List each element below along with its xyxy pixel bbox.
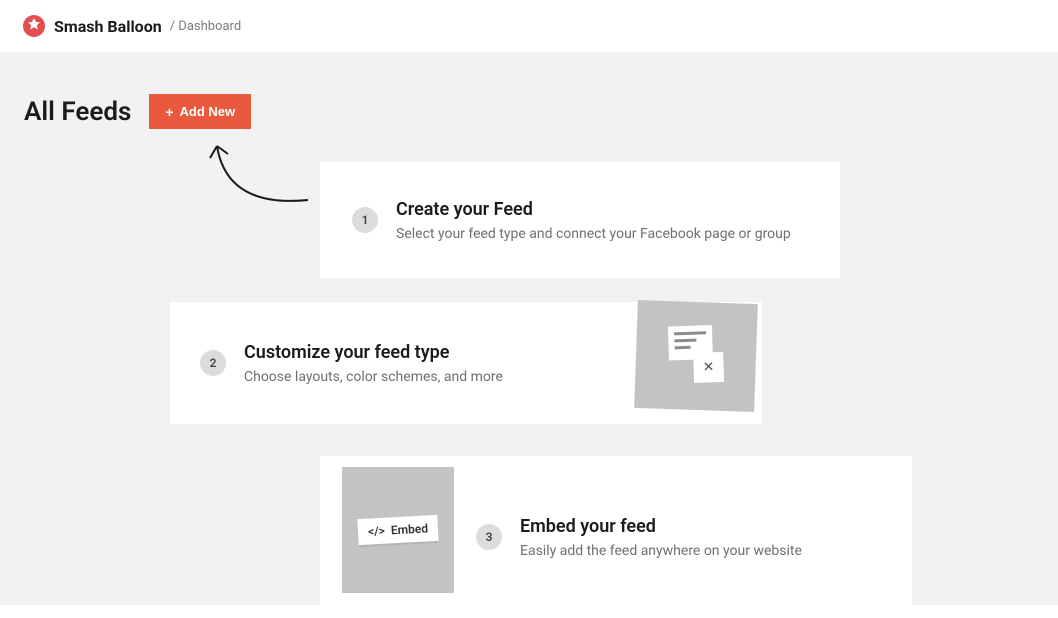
breadcrumb: / Dashboard — [170, 19, 241, 34]
brand-name: Smash Balloon — [54, 17, 162, 36]
step-title: Create your Feed — [396, 199, 791, 220]
step-subtitle: Easily add the feed anywhere on your web… — [520, 543, 802, 559]
arrow-icon — [200, 140, 320, 220]
add-new-button[interactable]: + Add New — [149, 94, 251, 129]
step-card-create: 1 Create your Feed Select your feed type… — [320, 162, 840, 278]
step-card-embed: </> Embed 3 Embed your feed Easily add t… — [320, 456, 912, 618]
brand-logo: Smash Balloon — [22, 14, 162, 38]
main-area: All Feeds + Add New 1 Create your Feed S… — [0, 52, 1058, 605]
step-subtitle: Select your feed type and connect your F… — [396, 226, 791, 242]
step-subtitle: Choose layouts, color schemes, and more — [244, 369, 503, 385]
page-title: All Feeds — [24, 97, 131, 127]
embed-mock-text: Embed — [391, 521, 429, 537]
code-icon: </> — [368, 524, 386, 539]
step-title: Embed your feed — [520, 516, 802, 537]
tools-icon: ✕ — [693, 352, 724, 383]
heading-row: All Feeds + Add New — [24, 94, 1058, 129]
step-number-badge: 2 — [200, 350, 226, 376]
embed-mock-illustration: </> Embed — [342, 467, 454, 593]
plus-icon: + — [165, 105, 173, 119]
add-new-label: Add New — [180, 104, 236, 119]
step-card-customize: 2 Customize your feed type Choose layout… — [170, 302, 762, 424]
embed-mock-label: </> Embed — [357, 515, 438, 545]
smash-balloon-icon — [22, 14, 46, 38]
step-number-badge: 1 — [352, 207, 378, 233]
top-bar: Smash Balloon / Dashboard — [0, 0, 1058, 52]
step-title: Customize your feed type — [244, 342, 503, 363]
step-number-badge: 3 — [476, 524, 502, 550]
customize-mock-illustration: ✕ — [634, 300, 758, 412]
